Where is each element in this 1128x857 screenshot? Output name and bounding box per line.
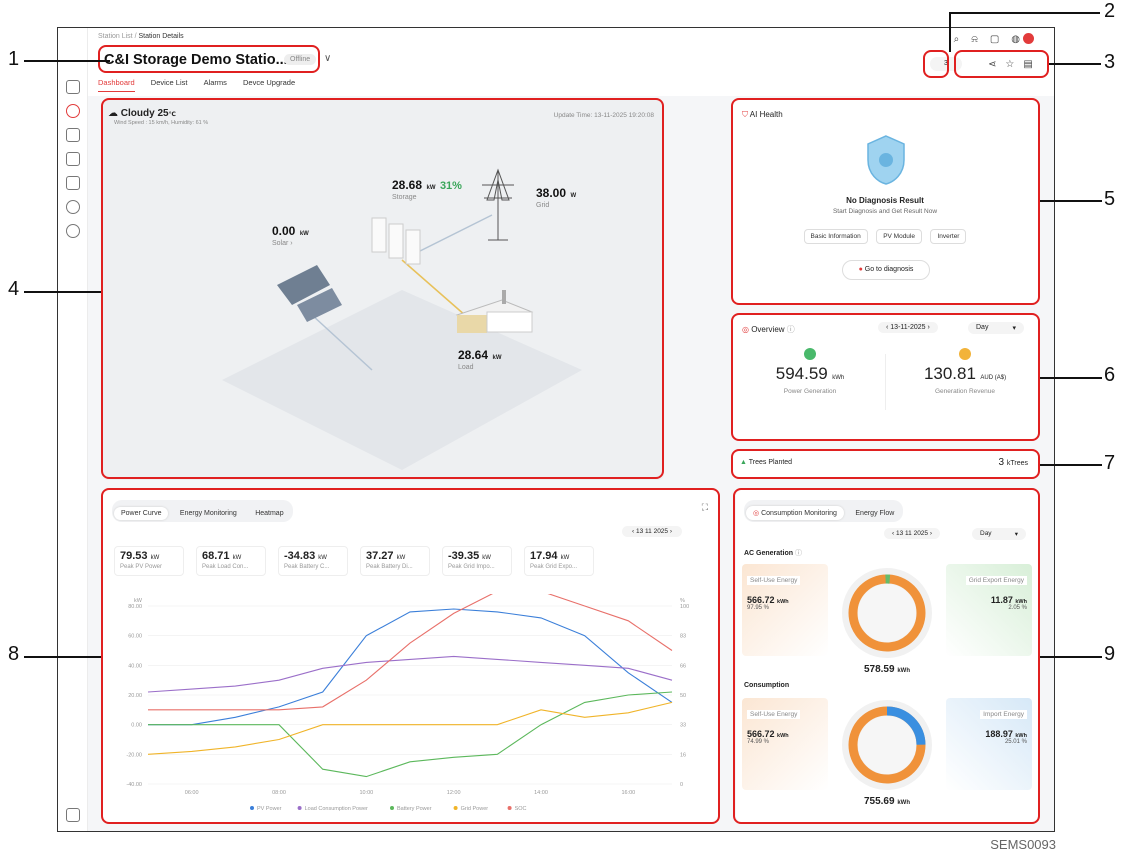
highlight-9 xyxy=(733,488,1040,824)
callout-6: 6 xyxy=(1104,364,1116,386)
chevron-down-icon[interactable]: ∨ xyxy=(324,53,331,64)
callout-9: 9 xyxy=(1104,643,1116,665)
figure-id: SEMS0093 xyxy=(990,837,1056,852)
highlight-7 xyxy=(731,449,1040,479)
station-icon[interactable] xyxy=(66,104,80,118)
highlight-5 xyxy=(731,98,1040,305)
device-icon[interactable] xyxy=(66,128,80,142)
callout-2: 2 xyxy=(1104,0,1116,22)
callout-line-6 xyxy=(1040,377,1102,379)
callout-8: 8 xyxy=(8,643,20,665)
callout-line-1 xyxy=(24,60,110,62)
message-icon[interactable]: ▢ xyxy=(990,34,1011,45)
breadcrumb: Station List / Station Details xyxy=(98,33,184,40)
heart-icon[interactable] xyxy=(66,224,80,238)
callout-line-5 xyxy=(1040,200,1102,202)
callout-line-2b xyxy=(949,12,951,52)
layers-icon[interactable] xyxy=(66,808,80,822)
callout-7: 7 xyxy=(1104,452,1116,474)
tab-alarms[interactable]: Alarms xyxy=(204,78,227,91)
search-icon[interactable]: ⌕ xyxy=(954,34,972,45)
tab-device-upgrade[interactable]: Devce Upgrade xyxy=(243,78,295,91)
tab-bar: Dashboard Device List Alarms Devce Upgra… xyxy=(98,78,309,92)
highlight-3 xyxy=(954,50,1049,78)
highlight-1 xyxy=(98,45,320,73)
callout-4: 4 xyxy=(8,278,20,300)
callout-line-3 xyxy=(1049,63,1101,65)
breadcrumb-parent[interactable]: Station List xyxy=(98,33,133,40)
report-icon[interactable] xyxy=(66,176,80,190)
callout-line-4 xyxy=(24,291,101,293)
alarm-icon[interactable] xyxy=(66,152,80,166)
highlight-4 xyxy=(101,98,664,479)
callout-1: 1 xyxy=(8,48,20,70)
callout-line-7 xyxy=(1040,464,1102,466)
dashboard-icon[interactable] xyxy=(66,80,80,94)
tab-device-list[interactable]: Device List xyxy=(151,78,188,91)
callout-line-2a xyxy=(950,12,1100,14)
callout-line-8 xyxy=(24,656,101,658)
callout-line-9 xyxy=(1040,656,1102,658)
highlight-6 xyxy=(731,313,1040,441)
avatar[interactable] xyxy=(1023,33,1034,44)
callout-5: 5 xyxy=(1104,188,1116,210)
highlight-8 xyxy=(101,488,720,824)
breadcrumb-current: Station Details xyxy=(138,33,184,40)
top-icons: ⌕⍾▢◍ xyxy=(954,34,1032,45)
callout-3: 3 xyxy=(1104,51,1116,73)
tab-dashboard[interactable]: Dashboard xyxy=(98,78,135,92)
sidebar xyxy=(58,28,88,831)
alarm-bell-icon[interactable]: ⍾ xyxy=(971,34,990,45)
highlight-2 xyxy=(923,50,949,78)
clock-icon[interactable] xyxy=(66,200,80,214)
